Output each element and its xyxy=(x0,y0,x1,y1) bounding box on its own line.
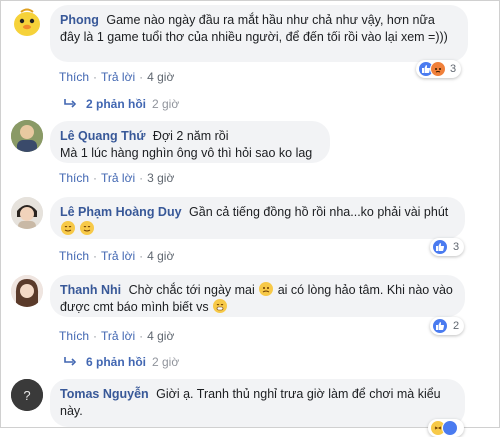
reply-arrow-icon xyxy=(64,99,77,108)
reply-link[interactable]: Trả lời xyxy=(101,171,135,185)
reaction-count: 2 xyxy=(453,320,460,332)
avatar-thanh-nhi[interactable] xyxy=(11,275,43,307)
avatar-le-pham-hoang-duy[interactable] xyxy=(11,197,43,229)
comment-bubble: Thanh Nhi Chờ chắc tới ngày mai ai có lò… xyxy=(50,275,465,317)
comment-text-line2: Mà 1 lúc hàng nghìn ông vô thì hỏi sao k… xyxy=(60,146,313,160)
comment-bubble: Tomas Nguyễn Giời ạ. Tranh thủ nghỉ trưa… xyxy=(50,379,465,427)
comment-text: Gần cả tiếng đồng hồ rồi nha...ko phải v… xyxy=(189,205,449,219)
replies-time: 2 giờ xyxy=(152,355,180,369)
replies-time: 2 giờ xyxy=(152,97,180,111)
comment-actions: Thích · Trả lời · 4 giờ xyxy=(59,70,175,84)
reaction-summary[interactable]: 3 xyxy=(430,238,465,256)
commenter-name[interactable]: Thanh Nhi xyxy=(60,283,121,297)
comment-text-line1: Đợi 2 năm rồi xyxy=(152,129,229,143)
commenter-name[interactable]: Tomas Nguyễn xyxy=(60,387,149,401)
reaction-count: 3 xyxy=(450,63,457,75)
replies-label[interactable]: 6 phản hồi xyxy=(86,355,146,369)
like-link[interactable]: Thích xyxy=(59,171,89,185)
like-reaction-icon xyxy=(432,318,448,334)
sweat-smile-emoji-icon xyxy=(61,221,75,235)
reply-arrow-icon xyxy=(64,357,77,366)
commenter-name[interactable]: Lê Phạm Hoàng Duy xyxy=(60,205,182,219)
like-link[interactable]: Thích xyxy=(59,249,89,263)
comment-actions: Thích · Trả lời · 4 giờ xyxy=(59,329,175,343)
avatar-le-quang-thu[interactable] xyxy=(11,120,43,152)
replies-label[interactable]: 2 phản hồi xyxy=(86,97,146,111)
reply-link[interactable]: Trả lời xyxy=(101,70,135,84)
comment-time[interactable]: 3 giờ xyxy=(147,171,174,185)
reaction-summary[interactable]: 3 xyxy=(416,60,462,78)
sweat-smile-emoji-icon xyxy=(80,221,95,235)
disappointed-emoji-icon xyxy=(259,282,274,296)
comment-bubble: Lê Quang Thứ Đợi 2 năm rồi Mà 1 lúc hàng… xyxy=(50,121,330,163)
reaction-summary[interactable] xyxy=(428,419,464,437)
commenter-name[interactable]: Lê Quang Thứ xyxy=(60,129,145,143)
comment-actions: Thích · Trả lời · 3 giờ xyxy=(59,171,175,185)
avatar-tomas-nguyen[interactable]: ? xyxy=(11,379,43,411)
svg-text:?: ? xyxy=(23,388,30,403)
comment-bubble: Lê Phạm Hoàng Duy Gần cả tiếng đồng hồ r… xyxy=(50,197,465,239)
grinning-sweat-emoji-icon xyxy=(213,299,228,313)
angry-reaction-icon xyxy=(430,61,446,77)
commenter-name[interactable]: Phong xyxy=(60,13,99,27)
comment-time[interactable]: 4 giờ xyxy=(147,249,174,263)
avatar-phong[interactable] xyxy=(11,6,43,38)
comment-time[interactable]: 4 giờ xyxy=(147,70,174,84)
like-reaction-icon xyxy=(432,239,448,255)
view-replies[interactable]: 6 phản hồi 2 giờ xyxy=(64,355,179,369)
comment-bubble: Phong Game nào ngày đầu ra mắt hầu như c… xyxy=(50,5,468,62)
like-reaction-icon xyxy=(442,420,458,436)
comment-text: Game nào ngày đầu ra mắt hầu như chả như… xyxy=(60,13,448,44)
reply-link[interactable]: Trả lời xyxy=(101,329,135,343)
like-link[interactable]: Thích xyxy=(59,70,89,84)
comment-time[interactable]: 4 giờ xyxy=(147,329,174,343)
comment-actions: Thích · Trả lời · 4 giờ xyxy=(59,249,175,263)
reaction-count: 3 xyxy=(453,241,460,253)
reaction-summary[interactable]: 2 xyxy=(430,317,465,335)
reply-link[interactable]: Trả lời xyxy=(101,249,135,263)
like-link[interactable]: Thích xyxy=(59,329,89,343)
view-replies[interactable]: 2 phản hồi 2 giờ xyxy=(64,97,179,111)
comment-text-part1: Chờ chắc tới ngày mai xyxy=(128,283,255,297)
